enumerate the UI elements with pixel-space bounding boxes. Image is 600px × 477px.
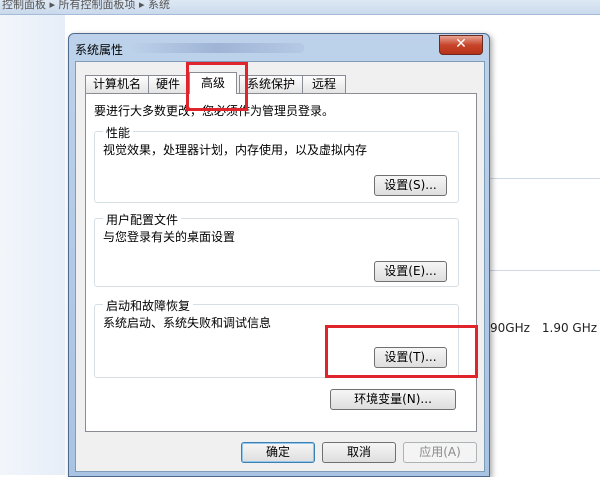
highlight-startup-settings-button — [325, 325, 478, 378]
cpu-speed: 1.90 GHz — [541, 321, 598, 335]
close-button[interactable]: ✕ — [439, 35, 483, 55]
divider — [490, 270, 600, 271]
blurred-title-background — [129, 43, 304, 53]
tab-advanced[interactable]: 高级 — [189, 72, 237, 94]
ok-button[interactable]: 确定 — [241, 442, 315, 463]
processor-speed: 90GHz 1.90 GHz — [490, 321, 600, 335]
system-properties-dialog: 系统属性 ✕ 计算机名 硬件 高级 系统保护 远程 要进行大多数更改，您必须作为… — [68, 33, 490, 477]
startup-recovery-title: 启动和故障恢复 — [103, 297, 194, 314]
performance-group: 性能 视觉效果，处理器计划，内存使用，以及虚拟内存 设置(S)... — [94, 124, 459, 203]
cpu-speed-partial: 90GHz — [490, 321, 530, 335]
apply-button[interactable]: 应用(A) — [403, 442, 477, 463]
title-bar[interactable]: 系统属性 ✕ — [69, 34, 489, 62]
performance-settings-button[interactable]: 设置(S)... — [374, 175, 447, 196]
tab-computer-name[interactable]: 计算机名 — [85, 75, 149, 93]
dialog-title: 系统属性 — [75, 43, 124, 57]
user-profiles-settings-button[interactable]: 设置(E)... — [374, 261, 447, 282]
performance-description: 视觉效果，处理器计划，内存使用，以及虚拟内存 — [103, 143, 368, 157]
address-bar[interactable]: 控制面板 ▸ 所有控制面板项 ▸ 系统 — [0, 0, 600, 15]
tab-hardware[interactable]: 硬件 — [148, 75, 188, 93]
close-icon: ✕ — [455, 36, 467, 52]
divider — [490, 178, 600, 179]
user-profiles-description: 与您登录有关的桌面设置 — [103, 230, 236, 244]
startup-recovery-description: 系统启动、系统失败和调试信息 — [103, 316, 272, 330]
cancel-button[interactable]: 取消 — [322, 442, 396, 463]
advanced-tab-panel: 要进行大多数更改，您必须作为管理员登录。 性能 视觉效果，处理器计划，内存使用，… — [85, 93, 477, 432]
tab-remote[interactable]: 远程 — [302, 75, 346, 93]
explorer-sidebar — [0, 15, 65, 475]
tab-system-protection[interactable]: 系统保护 — [239, 75, 303, 93]
user-profiles-title: 用户配置文件 — [103, 211, 182, 228]
dialog-client-area: 计算机名 硬件 高级 系统保护 远程 要进行大多数更改，您必须作为管理员登录。 … — [75, 61, 485, 472]
performance-title: 性能 — [103, 124, 134, 141]
user-profiles-group: 用户配置文件 与您登录有关的桌面设置 设置(E)... — [94, 211, 459, 287]
environment-variables-button[interactable]: 环境变量(N)... — [330, 389, 456, 410]
breadcrumb: 控制面板 ▸ 所有控制面板项 ▸ 系统 — [2, 0, 171, 11]
